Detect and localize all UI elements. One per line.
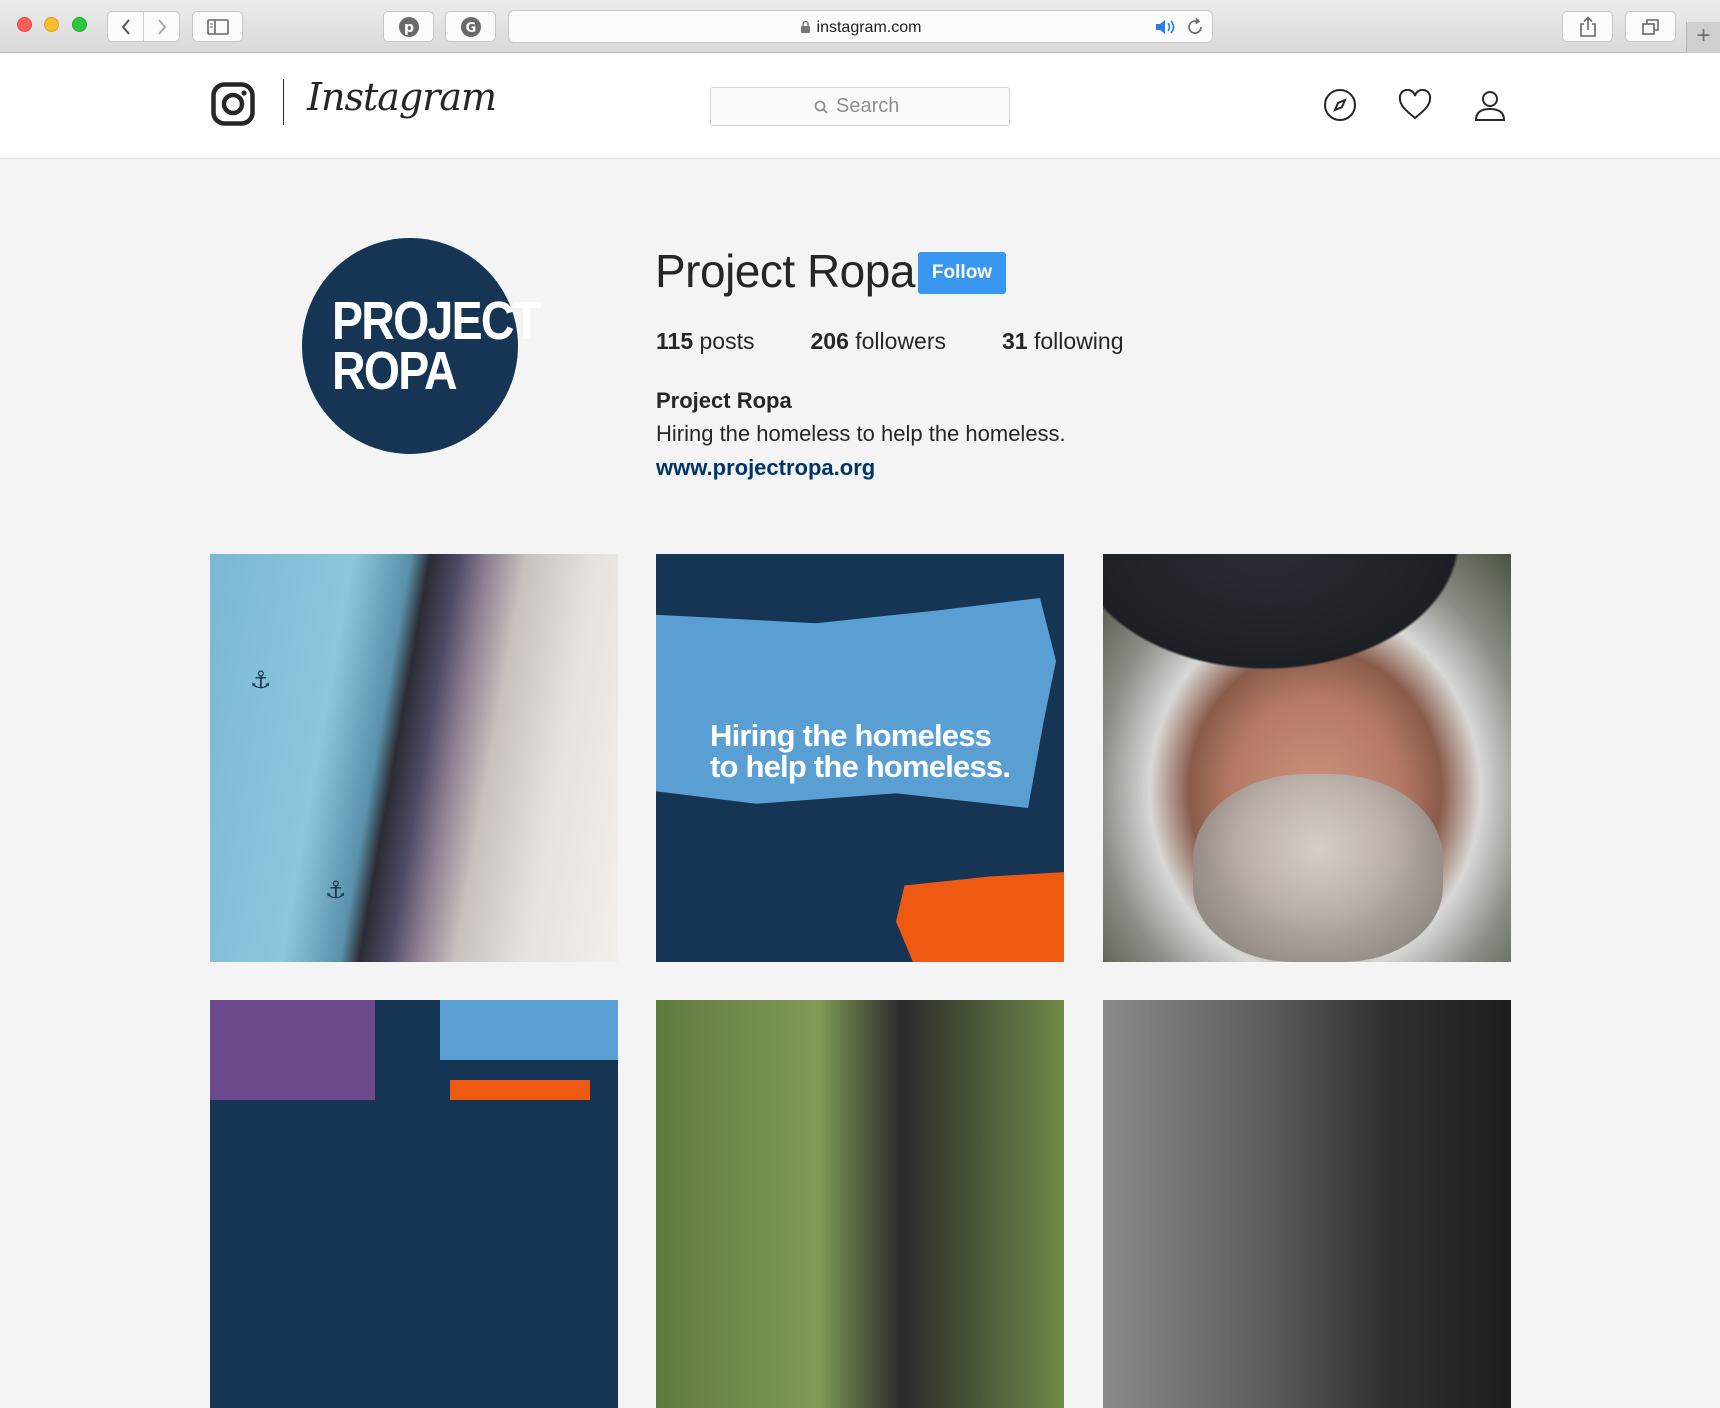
orange-brush-stroke — [450, 1080, 590, 1100]
following-stat[interactable]: 31 following — [1002, 328, 1123, 355]
avatar-line-1: PROJECT — [332, 291, 541, 351]
zoom-window-button[interactable] — [72, 17, 87, 32]
followers-count: 206 — [810, 328, 849, 354]
posts-count: 115 — [656, 328, 694, 354]
svg-text:G: G — [465, 21, 476, 36]
search-input[interactable] — [836, 95, 906, 118]
address-bar[interactable]: instagram.com — [508, 10, 1213, 43]
following-count: 31 — [1002, 328, 1028, 354]
pinterest-extension-button[interactable]: p — [383, 11, 434, 42]
sidebar-icon — [206, 18, 229, 35]
url-label: instagram.com — [816, 19, 922, 36]
grammarly-extension-button[interactable]: G — [445, 11, 496, 42]
forward-button[interactable] — [143, 12, 179, 41]
tabs-icon — [1641, 18, 1659, 35]
profile-website-link[interactable]: www.projectropa.org — [656, 455, 875, 481]
explore-button[interactable] — [1322, 87, 1358, 123]
post-graphic-line-1: Hiring the homeless — [710, 718, 992, 753]
profile-stats: 115 posts 206 followers 31 following — [656, 328, 1180, 355]
post-thumbnail[interactable] — [1103, 1000, 1511, 1408]
back-button[interactable] — [108, 12, 143, 41]
instagram-logo-icon[interactable] — [211, 82, 255, 126]
post-graphic-line-2: to help the homeless. — [710, 749, 1011, 784]
grammarly-icon: G — [460, 16, 481, 37]
profile-username: Project Ropa — [655, 245, 915, 297]
purple-brush-stroke — [210, 1000, 375, 1100]
search-icon — [814, 100, 828, 114]
compass-icon — [1324, 89, 1356, 121]
chevron-right-icon — [157, 18, 166, 35]
profile-avatar: PROJECT ROPA — [302, 238, 541, 454]
instagram-wordmark[interactable]: Instagram — [307, 75, 497, 119]
post-thumbnail[interactable] — [210, 1000, 618, 1408]
followers-label: followers — [855, 328, 947, 354]
post-thumbnail[interactable]: Hiring the homeless to help the homeless… — [656, 554, 1064, 962]
profile-full-name: Project Ropa — [656, 388, 792, 413]
post-thumbnail[interactable] — [1103, 554, 1511, 962]
follow-button[interactable]: Follow — [918, 252, 1006, 294]
header-divider — [283, 79, 284, 125]
reload-icon[interactable] — [1186, 18, 1204, 36]
posts-label: posts — [699, 328, 755, 354]
share-button[interactable] — [1562, 11, 1613, 42]
lock-icon — [800, 20, 810, 33]
pinterest-icon: p — [398, 16, 419, 37]
search-box[interactable] — [710, 87, 1010, 126]
post-graphic-text: Hiring the homeless to help the homeless… — [710, 718, 1011, 784]
post-thumbnail[interactable]: ⚓ ⚓ — [210, 554, 618, 962]
address-text: instagram.com — [509, 19, 1212, 37]
beanie-shape — [1103, 554, 1511, 704]
share-icon — [1579, 15, 1596, 37]
following-label: following — [1034, 328, 1124, 354]
minimize-window-button[interactable] — [44, 17, 59, 32]
profile-bio: Hiring the homeless to help the homeless… — [656, 421, 1066, 446]
post-thumbnail[interactable] — [656, 1000, 1064, 1408]
tabs-overview-button[interactable] — [1625, 11, 1676, 42]
instagram-header: Instagram — [0, 53, 1720, 159]
close-window-button[interactable] — [17, 17, 32, 32]
sidebar-toggle-button[interactable] — [192, 11, 243, 42]
browser-toolbar: p G instagram.com + — [0, 0, 1720, 53]
audio-playing-icon[interactable] — [1154, 18, 1180, 36]
anchor-icon: ⚓ — [250, 667, 272, 694]
orange-brush-stroke — [896, 872, 1064, 962]
history-nav — [107, 11, 180, 42]
svg-text:p: p — [403, 20, 413, 36]
user-icon — [1474, 91, 1506, 121]
posts-stat: 115 posts — [656, 328, 754, 355]
activity-button[interactable] — [1397, 87, 1433, 123]
anchor-icon: ⚓ — [325, 877, 347, 904]
beard-shape — [1193, 774, 1443, 962]
blue-brush-stroke — [440, 1000, 618, 1060]
chevron-left-icon — [121, 18, 130, 35]
heart-icon — [1398, 89, 1432, 120]
profile-button[interactable] — [1472, 87, 1508, 123]
followers-stat[interactable]: 206 followers — [810, 328, 946, 355]
new-tab-button[interactable]: + — [1686, 22, 1720, 53]
avatar-line-2: ROPA — [332, 341, 458, 401]
